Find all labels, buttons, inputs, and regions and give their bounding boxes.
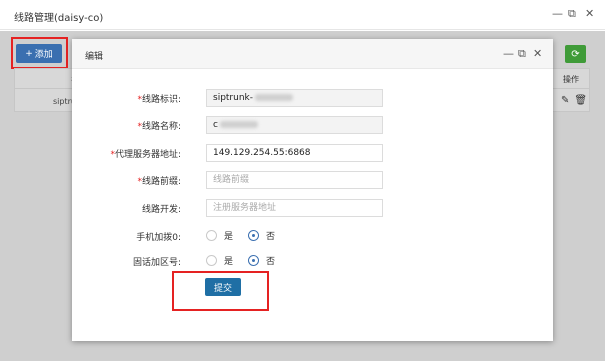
field-route-name: *线路名称: c <box>72 116 553 134</box>
dialog-minimize-icon[interactable]: — <box>503 48 514 60</box>
route-id-input[interactable]: siptrunk- <box>206 89 383 107</box>
field-label: 线路开发: <box>141 205 181 215</box>
add-button-highlight <box>11 37 68 69</box>
radio-no-label: 否 <box>266 257 276 267</box>
mobile-dial-zero-radio-group: 是 否 <box>206 229 290 242</box>
field-landline-area-code: 固话加区号: 是 否 <box>72 252 553 270</box>
route-name-input[interactable]: c <box>206 116 383 134</box>
maximize-icon[interactable]: ⧉ <box>568 8 576 20</box>
field-label: 手机加拨0: <box>136 233 181 243</box>
row-operations: ✎ 🗑 <box>561 95 587 106</box>
close-icon[interactable]: ✕ <box>585 8 594 20</box>
radio-no[interactable] <box>248 230 260 241</box>
edit-dialog: 编辑 — ⧉ ✕ *线路标识: siptrunk- *线路名称: c *代理服务… <box>72 39 553 341</box>
field-label: *代理服务器地址: <box>110 150 181 160</box>
radio-yes[interactable] <box>206 230 217 241</box>
dialog-maximize-icon[interactable]: ⧉ <box>518 48 526 60</box>
dialog-close-icon[interactable]: ✕ <box>533 48 542 60</box>
window-title: 线路管理(daisy-co) <box>14 13 104 24</box>
refresh-button[interactable]: ⟳ <box>565 45 586 63</box>
field-label: *线路前缀: <box>137 177 181 187</box>
refresh-icon: ⟳ <box>571 48 580 60</box>
register-server-input[interactable] <box>206 199 383 217</box>
field-label: 固话加区号: <box>132 258 181 268</box>
route-prefix-input[interactable] <box>206 171 383 189</box>
header-operation: 操作 <box>563 75 579 84</box>
outer-title-bar: 线路管理(daisy-co) — ⧉ ✕ <box>0 0 605 30</box>
dialog-title-bar: 编辑 — ⧉ ✕ <box>72 39 553 69</box>
landline-area-code-radio-group: 是 否 <box>206 254 290 267</box>
field-route-prefix: *线路前缀: <box>72 171 553 189</box>
edit-icon[interactable]: ✎ <box>561 95 569 106</box>
field-route-id: *线路标识: siptrunk- <box>72 89 553 107</box>
minimize-icon[interactable]: — <box>552 8 563 20</box>
dialog-title: 编辑 <box>85 52 104 62</box>
field-proxy-address: *代理服务器地址: 149.129.254.55:6868 <box>72 144 553 162</box>
field-label: *线路标识: <box>137 95 181 105</box>
radio-no[interactable] <box>248 255 260 266</box>
field-route-register: 线路开发: <box>72 199 553 217</box>
radio-yes[interactable] <box>206 255 217 266</box>
delete-icon[interactable]: 🗑 <box>574 95 587 106</box>
field-label: *线路名称: <box>137 122 181 132</box>
proxy-address-input[interactable]: 149.129.254.55:6868 <box>206 144 383 162</box>
field-mobile-dial-zero: 手机加拨0: 是 否 <box>72 227 553 245</box>
radio-yes-label: 是 <box>224 257 234 267</box>
submit-button-highlight <box>172 271 269 311</box>
radio-yes-label: 是 <box>224 232 234 242</box>
radio-no-label: 否 <box>266 232 276 242</box>
